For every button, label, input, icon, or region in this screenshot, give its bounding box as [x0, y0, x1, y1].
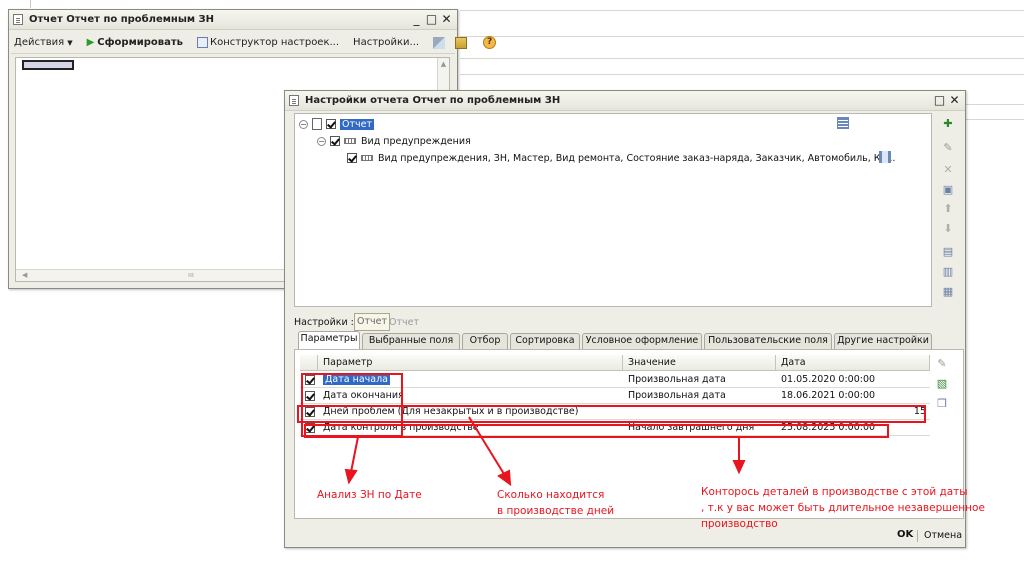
- annotation-control-line1: Конторось деталей в производстве с этой …: [701, 486, 968, 498]
- annotation-days-line1: Сколько находится: [497, 489, 605, 501]
- annotation-date-analysis: Анализ ЗН по Дате: [317, 489, 422, 501]
- annotation-days-line2: в производстве дней: [497, 505, 615, 517]
- arrow-line: [468, 416, 505, 475]
- annotation-control-line2: , т.к у вас может быть длительное незаве…: [701, 502, 985, 514]
- annotation-control-line3: производство: [701, 518, 778, 530]
- arrow-line: [350, 436, 359, 473]
- arrow-head: [344, 468, 358, 485]
- arrow-head: [732, 460, 746, 475]
- arrow-head: [497, 469, 512, 487]
